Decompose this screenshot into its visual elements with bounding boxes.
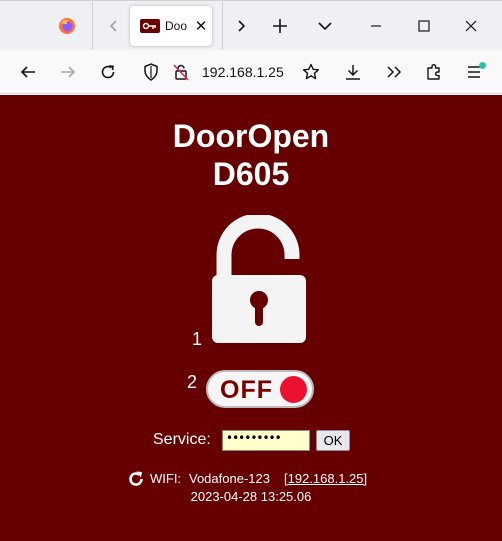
wifi-status: WIFI: Vodafone-123 [192.168.1.25] xyxy=(0,470,502,488)
service-label: Service: xyxy=(153,431,211,448)
firefox-view-button[interactable] xyxy=(52,11,82,41)
arrow-left-icon xyxy=(20,66,35,78)
reload-icon xyxy=(101,65,115,79)
key-icon xyxy=(140,19,160,33)
refresh-button[interactable] xyxy=(127,470,145,488)
firefox-icon xyxy=(59,18,75,34)
page-content: DoorOpen D605 1 2 OFF Service: •••••••••… xyxy=(0,95,502,541)
shield-icon xyxy=(144,63,158,81)
scroll-tabs-right-button[interactable] xyxy=(228,13,254,39)
list-all-tabs-button[interactable] xyxy=(312,13,338,39)
chevron-down-icon xyxy=(318,22,332,31)
power-toggle[interactable]: OFF xyxy=(206,370,314,408)
navigation-toolbar: 192.168.1.25 xyxy=(0,50,502,94)
plus-icon xyxy=(273,19,287,33)
close-tab-button[interactable]: ✕ xyxy=(193,17,209,35)
extensions-button[interactable] xyxy=(420,58,448,86)
download-icon xyxy=(346,65,360,80)
datetime: 2023-04-28 13:25.06 xyxy=(190,489,312,504)
reload-button[interactable] xyxy=(94,58,122,86)
tab-strip: DoorOpen D605 ✕ xyxy=(0,0,502,50)
address-bar[interactable]: 192.168.1.25 xyxy=(202,64,284,80)
site-info-button[interactable] xyxy=(167,58,195,86)
back-button[interactable] xyxy=(14,58,42,86)
double-chevron-right-icon xyxy=(387,66,402,78)
wifi-network-name: Vodafone-123 xyxy=(189,471,270,486)
open-lock-button[interactable] xyxy=(208,213,308,345)
chevron-right-icon xyxy=(238,20,246,32)
refresh-icon xyxy=(129,471,143,486)
arrow-right-icon xyxy=(61,66,76,78)
page-title-line1: DoorOpen xyxy=(172,118,330,154)
chevron-left-icon xyxy=(109,20,117,32)
tab-separator xyxy=(222,2,223,50)
puzzle-icon xyxy=(427,64,440,80)
tab-dooropen[interactable]: DoorOpen D605 ✕ xyxy=(130,6,212,46)
page-title-line2: D605 xyxy=(212,156,290,192)
toggle-knob xyxy=(280,376,307,403)
toggle-index: 2 xyxy=(187,372,198,392)
scroll-tabs-left-button[interactable] xyxy=(101,13,127,39)
app-menu-button[interactable] xyxy=(460,58,488,86)
close-icon xyxy=(465,20,477,32)
downloads-button[interactable] xyxy=(339,58,367,86)
forward-button[interactable] xyxy=(54,58,82,86)
wifi-ip-link[interactable]: [192.168.1.25] xyxy=(284,471,367,486)
unlocked-padlock-icon xyxy=(212,213,306,343)
overflow-menu-button[interactable] xyxy=(380,58,408,86)
tab-title: DoorOpen D605 xyxy=(165,19,187,33)
service-row: Service: ••••••••• OK xyxy=(0,429,502,453)
insecure-lock-icon xyxy=(173,64,189,81)
star-icon xyxy=(302,63,320,80)
maximize-button[interactable] xyxy=(409,11,439,41)
minimize-icon xyxy=(371,25,381,27)
toggle-label: OFF xyxy=(220,376,273,404)
lock-index: 1 xyxy=(192,329,203,349)
ok-button[interactable]: OK xyxy=(316,430,350,451)
close-window-button[interactable] xyxy=(456,11,486,41)
maximize-icon xyxy=(418,20,430,32)
service-password-input[interactable]: ••••••••• xyxy=(222,430,310,451)
tracking-protection-button[interactable] xyxy=(137,58,165,86)
wifi-label: WIFI: xyxy=(150,471,182,486)
new-tab-button[interactable] xyxy=(267,13,293,39)
tab-separator xyxy=(92,2,93,50)
update-badge xyxy=(479,62,486,69)
bookmark-button[interactable] xyxy=(297,58,325,86)
page-title: DoorOpen D605 xyxy=(0,117,502,193)
minimize-button[interactable] xyxy=(361,11,391,41)
